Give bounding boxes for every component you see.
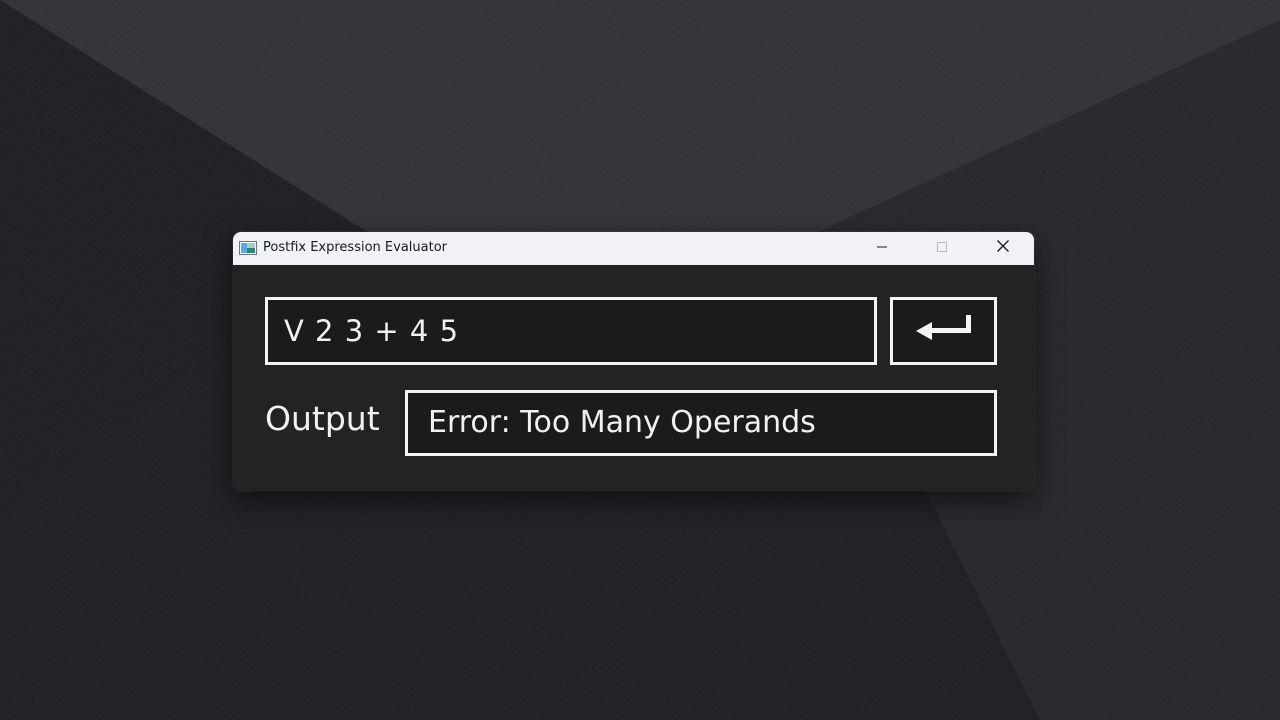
close-icon <box>996 239 1010 258</box>
title-bar[interactable]: Postfix Expression Evaluator <box>233 232 1034 265</box>
maximize-icon <box>936 240 948 258</box>
close-button[interactable] <box>973 232 1033 265</box>
output-field: Error: Too Many Operands <box>405 390 997 456</box>
maximize-button[interactable] <box>912 232 972 265</box>
window-title: Postfix Expression Evaluator <box>263 240 447 255</box>
app-window-icon <box>239 241 257 255</box>
enter-return-arrow-icon <box>914 312 974 351</box>
output-value: Error: Too Many Operands <box>428 405 816 440</box>
window-client-area: Output Error: Too Many Operands <box>233 265 1034 491</box>
evaluate-button[interactable] <box>890 297 997 365</box>
output-label: Output <box>265 399 380 438</box>
app-window: Postfix Expression Evaluator V 2 3 + 4 5… <box>233 232 1034 491</box>
expression-field <box>265 297 877 365</box>
minimize-button[interactable] <box>852 232 912 265</box>
expression-input[interactable] <box>268 300 874 362</box>
minimize-icon <box>876 240 888 258</box>
